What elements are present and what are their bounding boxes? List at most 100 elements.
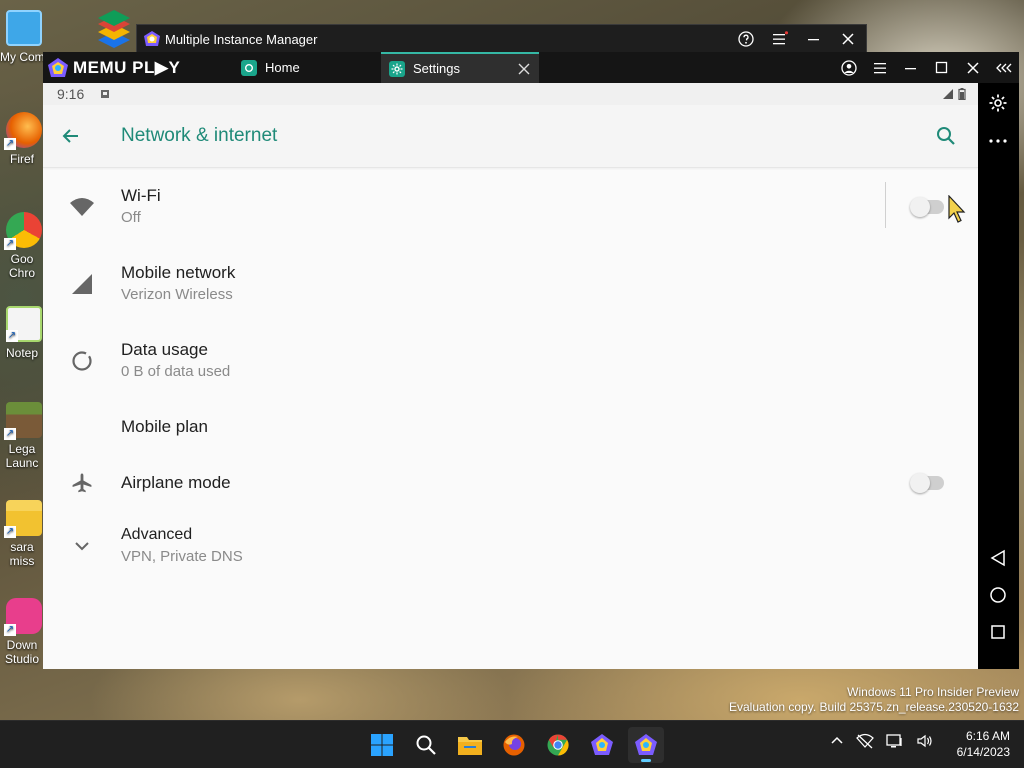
account-button[interactable] <box>840 59 858 77</box>
memu-brand-text: MEMU PL▶Y <box>73 57 181 77</box>
taskbar: 6:16 AM 6/14/2023 <box>0 720 1024 768</box>
desktop-icon-chrome[interactable]: ↗ Goo Chro <box>0 212 44 280</box>
minecraft-icon: ↗ <box>4 402 42 440</box>
taskbar-search-button[interactable] <box>408 727 444 763</box>
setting-airplane-mode[interactable]: Airplane mode <box>43 454 978 511</box>
memu-logo-icon <box>591 734 613 755</box>
tab-home-label: Home <box>265 60 300 75</box>
folder-icon <box>458 737 482 755</box>
circle-home-icon <box>990 587 1006 603</box>
setting-wifi[interactable]: Wi-Fi Off <box>43 168 978 245</box>
taskbar-chrome[interactable] <box>540 727 576 763</box>
desktop-icon-my-computer[interactable]: My Com <box>0 10 45 64</box>
more-options-button[interactable] <box>986 129 1010 153</box>
setting-mobile-network[interactable]: Mobile network Verizon Wireless <box>43 245 978 322</box>
setting-subtitle: Verizon Wireless <box>121 285 233 303</box>
desktop-icon-firefox[interactable]: ↗ Firef <box>0 112 44 166</box>
windows-watermark: Windows 11 Pro Insider Preview Evaluatio… <box>729 685 1019 715</box>
back-button[interactable] <box>43 116 99 156</box>
setting-advanced[interactable]: Advanced VPN, Private DNS <box>43 511 978 581</box>
watermark-line-2: Evaluation copy. Build 25375.zn_release.… <box>729 700 1019 714</box>
setting-title: Mobile network <box>121 262 236 282</box>
search-icon <box>416 735 436 755</box>
memu-close-button[interactable] <box>964 59 982 77</box>
square-recents-icon <box>991 625 1005 639</box>
monitor-icon[interactable] <box>886 733 904 749</box>
maximize-icon <box>935 61 948 73</box>
minimize-button[interactable] <box>804 29 824 49</box>
firefox-icon: ↗ <box>4 112 42 150</box>
setting-mobile-plan[interactable]: Mobile plan <box>43 399 978 454</box>
memu-logo-icon <box>144 31 160 46</box>
divider <box>885 182 886 228</box>
minimize-icon <box>905 67 916 69</box>
search-button[interactable] <box>926 116 966 156</box>
tab-settings[interactable]: Settings <box>381 52 539 83</box>
double-chevron-left-icon <box>996 63 1012 72</box>
taskbar-file-explorer[interactable] <box>452 727 488 763</box>
account-icon <box>841 59 857 76</box>
memu-titlebar: MEMU PL▶Y Home Settings <box>43 52 1019 83</box>
setting-title: Mobile plan <box>121 416 208 436</box>
volume-icon[interactable] <box>916 733 934 749</box>
start-button[interactable] <box>364 727 400 763</box>
status-time: 9:16 <box>57 86 85 102</box>
setting-subtitle: Off <box>121 208 141 226</box>
tab-settings-label: Settings <box>413 61 460 76</box>
android-recents-button[interactable] <box>986 620 1010 644</box>
memu-sidebar <box>978 83 1019 669</box>
instance-manager-window: Multiple Instance Manager <box>136 24 867 54</box>
collapse-sidebar-button[interactable] <box>995 59 1013 77</box>
triangle-back-icon <box>990 549 1005 567</box>
setting-data-usage[interactable]: Data usage 0 B of data used <box>43 322 978 399</box>
settings-list: Wi-Fi Off Mobile network Verizon Wireles… <box>43 168 978 581</box>
desktop-icon-legacy-launcher[interactable]: ↗ Lega Launc <box>0 402 44 470</box>
android-status-bar: 9:16 <box>43 83 978 105</box>
memu-menu-button[interactable] <box>871 59 889 77</box>
chevron-up-icon[interactable] <box>830 734 844 748</box>
memu-settings-button[interactable] <box>986 91 1010 115</box>
android-back-button[interactable] <box>986 546 1010 570</box>
clock-time: 6:16 AM <box>965 729 1010 743</box>
tab-home[interactable]: Home <box>233 52 381 83</box>
desktop-icon-notepad[interactable]: ↗ Notep <box>0 306 44 360</box>
firefox-icon <box>503 734 525 756</box>
instance-manager-title: Multiple Instance Manager <box>165 31 318 47</box>
memu-minimize-button[interactable] <box>902 59 920 77</box>
taskbar-clock[interactable]: 6:16 AM 6/14/2023 <box>957 728 1010 760</box>
battery-icon <box>958 88 966 100</box>
taskbar-memu-play[interactable] <box>628 727 664 763</box>
memu-brand: MEMU PL▶Y <box>43 57 233 79</box>
taskbar-firefox[interactable] <box>496 727 532 763</box>
wifi-toggle[interactable] <box>910 196 944 217</box>
memu-window: MEMU PL▶Y Home Settings 9:16 Network & i… <box>43 52 1019 669</box>
folder-icon: ↗ <box>4 500 42 538</box>
home-tab-icon <box>241 59 257 76</box>
close-tab-icon[interactable] <box>517 62 531 76</box>
close-icon <box>842 33 854 45</box>
help-button[interactable] <box>736 29 756 49</box>
hamburger-menu-icon <box>874 62 886 73</box>
menu-button[interactable] <box>770 29 790 49</box>
airplane-mode-toggle[interactable] <box>910 472 944 493</box>
chrome-icon: ↗ <box>4 212 42 250</box>
computer-icon <box>6 10 42 46</box>
search-icon <box>937 127 955 145</box>
desktop-icon-bluestacks[interactable] <box>94 10 134 50</box>
taskbar-memu-manager[interactable] <box>584 727 620 763</box>
arrow-back-icon <box>62 129 78 143</box>
android-home-button[interactable] <box>986 583 1010 607</box>
windows-logo-icon <box>371 734 393 756</box>
airplane-icon <box>72 473 92 492</box>
watermark-line-1: Windows 11 Pro Insider Preview <box>847 685 1019 699</box>
memu-maximize-button[interactable] <box>933 59 951 77</box>
download-studio-icon: ↗ <box>4 598 42 636</box>
close-button[interactable] <box>838 29 858 49</box>
setting-subtitle: 0 B of data used <box>121 362 231 380</box>
desktop-icon-download-studio[interactable]: ↗ Down Studio <box>0 598 44 666</box>
notepad-icon: ↗ <box>6 306 42 342</box>
desktop-icon-folder[interactable]: ↗ sara miss <box>0 500 44 568</box>
chrome-icon <box>547 734 569 756</box>
setting-title: Wi-Fi <box>121 185 161 205</box>
network-disconnected-icon[interactable] <box>856 733 874 749</box>
